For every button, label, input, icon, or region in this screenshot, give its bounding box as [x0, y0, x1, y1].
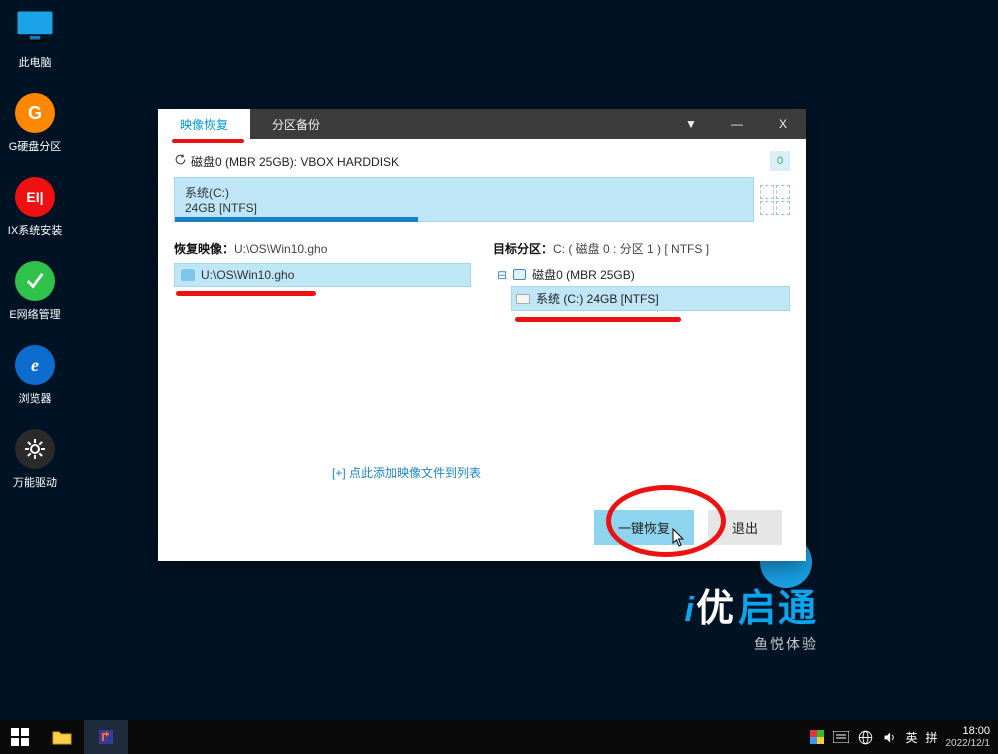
disk-index-badge: 0 [770, 151, 790, 171]
exit-button[interactable]: 退出 [708, 510, 782, 545]
restore-dialog: 映像恢复 分区备份 ▼ — X 磁盘0 (MBR 25GB): VBOX HAR… [158, 109, 806, 561]
close-icon: X [779, 117, 787, 131]
close-button[interactable]: X [760, 109, 806, 139]
folder-icon [516, 294, 530, 304]
tab-image-restore[interactable]: 映像恢复 [158, 109, 250, 139]
partition-size: 24GB [NTFS] [185, 201, 743, 215]
disk-header: 磁盘0 (MBR 25GB): VBOX HARDDISK 0 [174, 151, 790, 171]
titlebar: 映像恢复 分区备份 ▼ — X [158, 109, 806, 139]
brand: i 优 启通 鱼悦体验 [685, 577, 818, 654]
desktop-icon-label: E网络管理 [9, 306, 60, 322]
taskbar-item-explorer[interactable] [40, 720, 84, 754]
brand-qitong: 启通 [738, 577, 818, 632]
column-restore-image: 恢复映像：U:\OS\Win10.gho U:\OS\Win10.gho [174, 240, 471, 322]
minimize-icon: — [731, 117, 743, 131]
desktop-icon-label: 浏览器 [19, 390, 52, 406]
annotation-scribble [176, 291, 316, 296]
partition-name: 系统(C:) [185, 184, 743, 201]
folder-icon [52, 729, 72, 745]
desktop-icon-system-install[interactable]: EI| IX系统安装 [0, 176, 70, 238]
volume-icon[interactable] [881, 729, 897, 745]
start-button[interactable] [0, 720, 40, 754]
brand-i: i [685, 591, 694, 630]
desktop-icon-browser[interactable]: e 浏览器 [0, 344, 70, 406]
desktop-icon-net-manage[interactable]: E网络管理 [0, 260, 70, 322]
collapse-icon: ⊟ [497, 268, 507, 282]
g-icon: G [15, 93, 55, 133]
eix-icon: EI| [15, 177, 55, 217]
image-file-item[interactable]: U:\OS\Win10.gho [174, 263, 471, 287]
disk-icon [513, 269, 526, 280]
partition-usage-bar [175, 217, 418, 222]
desktop-icon-driver[interactable]: 万能驱动 [0, 428, 70, 490]
brand-logo: i 优 启通 [685, 577, 818, 632]
col-title-left: 恢复映像：U:\OS\Win10.gho [174, 240, 471, 257]
tree-disk-label: 磁盘0 (MBR 25GB) [532, 266, 635, 283]
unallocated-placeholder [760, 177, 790, 222]
disk-title: 磁盘0 (MBR 25GB): VBOX HARDDISK [191, 153, 399, 170]
tab-partition-backup[interactable]: 分区备份 [250, 109, 342, 139]
taskbar: 英 拼 18:00 2022/12/1 [0, 720, 998, 754]
add-image-link[interactable]: [+] 点此添加映像文件到列表 [332, 464, 481, 481]
col-title-value: C: ( 磁盘 0 : 分区 1 ) [ NTFS ] [553, 242, 709, 256]
minimize-button[interactable]: — [714, 109, 760, 139]
dialog-actions: 一键恢复 退出 [594, 510, 782, 545]
tree-partition-node[interactable]: 系统 (C:) 24GB [NTFS] [511, 286, 790, 311]
button-label: 退出 [732, 521, 758, 536]
brand-you: 优 [696, 577, 736, 632]
brand-subtitle: 鱼悦体验 [685, 634, 818, 654]
system-tray: 英 拼 18:00 2022/12/1 [809, 725, 998, 748]
disk-section: 磁盘0 (MBR 25GB): VBOX HARDDISK 0 系统(C:) 2… [158, 139, 806, 226]
annotation-scribble [172, 139, 244, 143]
desktop-icon-label: 此电脑 [19, 54, 52, 70]
column-target-partition: 目标分区：C: ( 磁盘 0 : 分区 1 ) [ NTFS ] ⊟ 磁盘0 (… [493, 240, 790, 322]
keyboard-icon[interactable] [833, 729, 849, 745]
add-image-link-text: [+] 点此添加映像文件到列表 [332, 466, 481, 480]
ime-indicator-2[interactable]: 拼 [925, 729, 937, 746]
chevron-down-icon: ▼ [685, 117, 697, 131]
col-title-right: 目标分区：C: ( 磁盘 0 : 分区 1 ) [ NTFS ] [493, 240, 790, 257]
app-icon [97, 728, 115, 746]
network-icon[interactable] [857, 729, 873, 745]
tray-time: 18:00 [962, 725, 990, 737]
desktop-icon-label: G硬盘分区 [9, 138, 62, 154]
one-click-restore-button[interactable]: 一键恢复 [594, 510, 694, 545]
refresh-icon[interactable] [174, 153, 187, 169]
monitor-icon [14, 8, 56, 50]
ime-indicator-1[interactable]: 英 [905, 729, 917, 746]
tab-label: 分区备份 [272, 116, 320, 133]
tray-clock[interactable]: 18:00 2022/12/1 [946, 725, 991, 748]
image-file-path: U:\OS\Win10.gho [201, 268, 294, 282]
ie-icon: e [15, 345, 55, 385]
annotation-scribble [515, 317, 681, 322]
desktop-icon-label: IX系统安装 [8, 222, 62, 238]
gear-icon [15, 429, 55, 469]
partition-bar[interactable]: 系统(C:) 24GB [NTFS] [174, 177, 754, 222]
col-title-prefix: 恢复映像： [174, 242, 234, 256]
desktop-icons: 此电脑 G G硬盘分区 EI| IX系统安装 E网络管理 e 浏览器 万能驱动 [0, 0, 70, 490]
tree-disk-node[interactable]: ⊟ 磁盘0 (MBR 25GB) [493, 263, 790, 286]
col-title-prefix: 目标分区： [493, 242, 553, 256]
col-title-value: U:\OS\Win10.gho [234, 242, 327, 256]
tree-partition-label: 系统 (C:) 24GB [NTFS] [536, 290, 659, 307]
tray-color-icon[interactable] [809, 729, 825, 745]
windows-icon [11, 728, 29, 746]
check-icon [15, 261, 55, 301]
dropdown-button[interactable]: ▼ [668, 109, 714, 139]
tab-label: 映像恢复 [180, 116, 228, 133]
tray-date: 2022/12/1 [946, 738, 991, 749]
desktop-icon-this-pc[interactable]: 此电脑 [0, 8, 70, 70]
taskbar-item-restore-app[interactable] [84, 720, 128, 754]
desktop-icon-label: 万能驱动 [13, 474, 57, 490]
columns: 恢复映像：U:\OS\Win10.gho U:\OS\Win10.gho 目标分… [158, 226, 806, 322]
button-label: 一键恢复 [618, 521, 670, 536]
desktop-icon-disk-partition[interactable]: G G硬盘分区 [0, 92, 70, 154]
ghost-file-icon [181, 269, 195, 281]
